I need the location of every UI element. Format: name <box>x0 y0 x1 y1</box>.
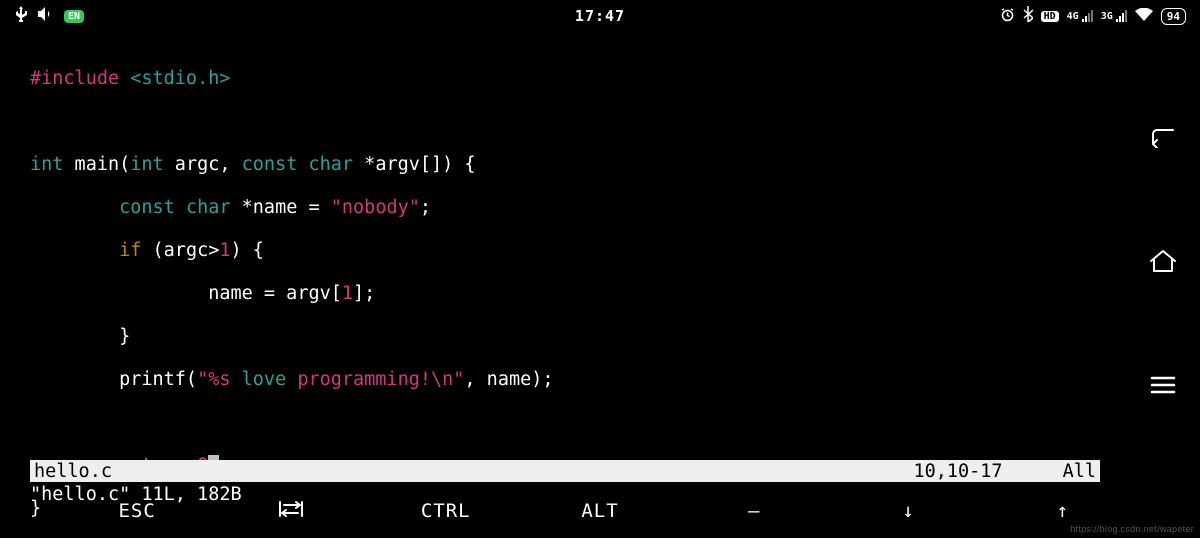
signal-2-icon <box>1116 10 1127 22</box>
net2-label: 3G <box>1101 11 1113 22</box>
code-line <box>30 412 1110 434</box>
signal-1-icon <box>1082 10 1093 22</box>
ime-badge: EN <box>64 10 84 23</box>
key-down[interactable]: ↓ <box>864 500 954 522</box>
key-up[interactable]: ↑ <box>1018 500 1108 522</box>
usb-icon <box>14 6 28 26</box>
code-line <box>30 111 1110 133</box>
battery-pill: 94 <box>1161 8 1186 25</box>
code-line: } <box>30 326 1110 348</box>
code-line: if (argc>1) { <box>30 240 1110 262</box>
key-esc[interactable]: ESC <box>92 500 182 522</box>
watermark: https://blog.csdn.net/wapeter <box>1070 524 1194 534</box>
key-tab[interactable] <box>246 500 336 523</box>
key-ctrl[interactable]: CTRL <box>401 500 491 522</box>
code-line: int main(int argc, const char *argv[]) { <box>30 154 1110 176</box>
hd-badge: HD <box>1041 11 1059 22</box>
vim-scroll-pct: All <box>1063 461 1096 482</box>
bluetooth-icon <box>1023 6 1033 26</box>
net1-label: 4G <box>1067 11 1079 22</box>
key-dash[interactable]: ― <box>709 500 799 522</box>
alarm-icon <box>1000 7 1015 26</box>
back-icon[interactable] <box>1146 120 1180 154</box>
menu-icon[interactable] <box>1146 368 1180 402</box>
volume-icon <box>38 7 54 25</box>
vim-cursor-pos: 10,10-17 <box>913 461 1002 482</box>
key-alt[interactable]: ALT <box>555 500 645 522</box>
code-line: name = argv[1]; <box>30 283 1110 305</box>
code-line: printf("%s love programming!\n", name); <box>30 369 1110 391</box>
wifi-icon <box>1135 7 1153 25</box>
code-line: const char *name = "nobody"; <box>30 197 1110 219</box>
home-icon[interactable] <box>1146 244 1180 278</box>
code-line: #include <stdio.h> <box>30 68 1110 90</box>
phone-status-bar: EN 17:47 HD 4G 3G 94 <box>0 2 1200 30</box>
vim-status-line: hello.c 10,10-17 All <box>30 460 1100 482</box>
soft-key-bar: ESC CTRL ALT ― ↓ ↑ <box>0 496 1200 526</box>
clock: 17:47 <box>575 7 625 25</box>
vim-filename: hello.c <box>34 461 112 482</box>
